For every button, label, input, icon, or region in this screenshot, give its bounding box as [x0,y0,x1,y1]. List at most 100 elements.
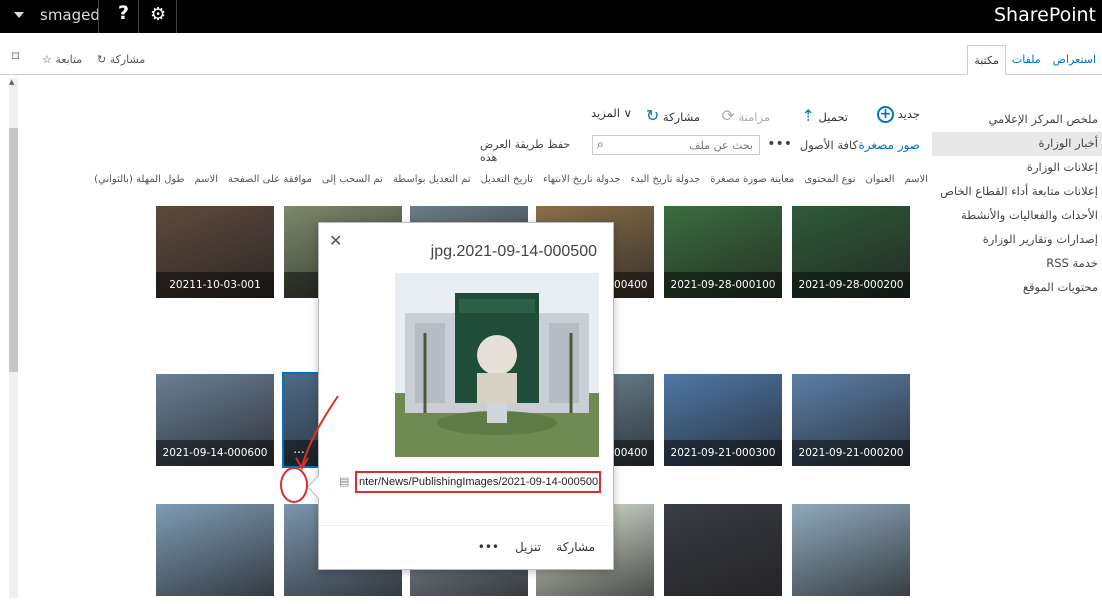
thumbnail-caption: 2021-09-14-000600 [156,440,274,466]
plus-circle-icon: + [876,106,894,123]
column-header[interactable]: العنوان [866,174,895,185]
follow-label: متابعة [55,53,83,66]
new-button[interactable]: + جديد [876,106,920,123]
open-menu-ellipsis-icon[interactable]: ... [288,443,310,460]
help-icon[interactable]: ? [118,2,129,24]
share-toolbar-button[interactable]: ↻ مشاركة [646,106,700,125]
ribbon-tab[interactable]: استعراض [1047,45,1102,75]
upload-label: تحميل [818,110,848,124]
column-header[interactable]: نوع المحتوى [804,174,855,185]
thumbnail-caption: 2021-09-21-000300 [664,440,782,466]
view-bar: صور مصغرة كافة الأصول ••• ⌕ حفظ طريقة ال… [480,135,920,164]
thumbnail-tile[interactable]: 20211-10-03-001 [156,206,274,298]
quick-launch-item[interactable]: أخبار الوزارة [932,132,1102,156]
quick-launch-item[interactable]: الأحداث والفعاليات والأنشطة [932,204,1102,228]
column-header[interactable]: الاسم [904,174,928,185]
suite-bar: smaged ? ⚙ SharePoint [0,0,1102,33]
callout-download-button[interactable]: تنزيل [515,540,541,554]
more-views-icon[interactable]: ••• [767,136,792,152]
search-icon[interactable]: ⌕ [597,137,604,152]
callout-more-icon[interactable]: ••• [478,540,499,554]
search-box: ⌕ [592,135,760,155]
upload-button[interactable]: ⇡ تحميل [801,106,848,125]
thumbnail-tile[interactable] [156,504,274,596]
thumbnail-tile[interactable]: 2021-09-14-000600 [156,374,274,466]
command-toolbar: + جديد ⇡ تحميل ⟳ مزامنة ↻ مشاركة المزيد … [580,106,920,128]
quick-launch-item[interactable]: خدمة RSS [932,252,1102,276]
quick-launch-item[interactable]: إصدارات وتقارير الوزارة [932,228,1102,252]
thumbnail-caption: 20211-10-03-001 [156,272,274,298]
sync-label: مزامنة [738,110,771,124]
file-callout: ✕ jpg.2021-09-14-000500 ▤ مشاركة تنزيل •… [306,222,614,570]
gear-icon[interactable]: ⚙ [150,4,166,25]
quick-launch-item[interactable]: إعلانات متابعة أداء القطاع الخاص [932,180,1102,204]
callout-preview-image [395,273,599,457]
share-icon: ↻ [645,106,660,125]
column-header[interactable]: تم التعديل بواسطة [393,174,471,185]
scrollbar-thumb[interactable] [9,128,18,372]
share-icon: ↻ [97,53,107,66]
suite-divider [98,0,99,33]
ribbon-tab[interactable]: مكتبة [967,45,1006,75]
column-header[interactable]: جدولة تاريخ الانتهاء [543,174,621,185]
more-button[interactable]: المزيد ∨ [591,106,632,120]
thumbnail-image [792,504,910,596]
sharepoint-brand[interactable]: SharePoint [994,4,1096,26]
ribbon-bar: ⌑ ☆ متابعة ↻ مشاركة استعراض ملفات مكتبة [0,45,1102,75]
thumbnail-caption: 2021-09-28-000100 [664,272,782,298]
thumbnail-tile[interactable] [664,504,782,596]
thumbnail-caption: 2021-09-28-000200 [792,272,910,298]
star-icon: ☆ [42,53,52,66]
column-header[interactable]: تم السحب إلى [322,174,383,185]
file-icon: ▤ [339,475,350,488]
focus-content-icon[interactable]: ⌑ [12,49,19,65]
column-header[interactable]: الاسم [195,174,219,185]
column-header[interactable]: تاريخ التعديل [481,174,533,185]
user-name[interactable]: smaged [40,6,100,24]
column-header[interactable]: موافقة على الصفحة [228,174,312,185]
annotation-circle [280,467,308,503]
suite-divider [176,0,177,33]
save-view-link[interactable]: حفظ طريقة العرض هذه [480,138,580,164]
thumbnail-tile[interactable]: 2021-09-21-000200 [792,374,910,466]
callout-title: jpg.2021-09-14-000500 [430,243,597,260]
view-thumbnails[interactable]: صور مصغرة [858,138,920,152]
column-headers: الاسم العنوان نوع المحتوى معاينة صورة مصغرة… [0,174,928,194]
column-header[interactable]: جدولة تاريخ البدء [631,174,701,185]
view-all-assets[interactable]: كافة الأصول [800,138,858,152]
sync-icon: ⟳ [721,106,735,125]
callout-beak [306,475,330,499]
share-label: مشاركة [109,53,146,66]
quick-launch: ملخص المركز الإعلامي أخبار الوزارة إعلانات… [932,108,1102,300]
quick-launch-item[interactable]: ملخص المركز الإعلامي [932,108,1102,132]
quick-launch-item[interactable]: محتويات الموقع [932,276,1102,300]
scroll-up-arrow-icon[interactable]: ▲ [9,78,14,86]
ribbon-tab[interactable]: ملفات [1006,45,1047,75]
search-input[interactable] [619,136,759,154]
share-button[interactable]: ↻ مشاركة [97,53,145,66]
quick-launch-item[interactable]: إعلانات الوزارة [932,156,1102,180]
url-field [355,471,601,493]
thumbnail-image [664,504,782,596]
follow-button[interactable]: ☆ متابعة [42,53,82,66]
new-label: جديد [897,107,920,121]
column-header[interactable]: طول المهلة (بالثواني) [94,174,184,185]
callout-share-button[interactable]: مشاركة [556,540,595,554]
thumbnail-tile[interactable]: 2021-09-28-000200 [792,206,910,298]
upload-arrow-icon: ⇡ [801,106,815,125]
suite-divider [138,0,139,33]
sync-button[interactable]: ⟳ مزامنة [721,106,770,125]
share-toolbar-label: مشاركة [662,110,700,124]
thumbnail-image [156,504,274,596]
building-preview-icon [395,273,599,457]
thumbnail-tile[interactable]: 2021-09-21-000300 [664,374,782,466]
url-input[interactable] [357,473,599,491]
callout-actions: مشاركة تنزيل ••• [319,525,613,569]
column-header[interactable]: معاينة صورة مصغرة [710,174,794,185]
ribbon-tabs: استعراض ملفات مكتبة [967,45,1102,75]
thumbnail-tile[interactable]: 2021-09-28-000100 [664,206,782,298]
thumbnail-tile[interactable] [792,504,910,596]
thumbnail-caption: 2021-09-21-000200 [792,440,910,466]
app-launcher-caret-icon[interactable] [14,12,24,18]
close-icon[interactable]: ✕ [329,231,342,250]
